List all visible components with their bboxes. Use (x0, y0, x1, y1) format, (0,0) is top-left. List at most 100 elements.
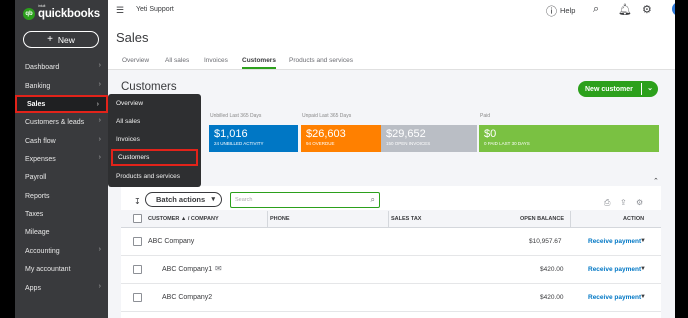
row-checkbox[interactable] (133, 293, 142, 302)
select-all-checkbox[interactable] (133, 214, 142, 223)
tab-all-sales[interactable]: All sales (165, 57, 189, 64)
sidebar-item-reports[interactable]: Reports (15, 187, 108, 205)
customer-name[interactable]: ABC Company (148, 238, 194, 245)
column-action: ACTION (623, 216, 645, 222)
sidebar-item-customers-leads[interactable]: Customers & leads › (15, 113, 108, 131)
sidebar-item-label: Dashboard (25, 63, 60, 71)
stat-amount: $0 (484, 128, 497, 140)
search-input[interactable]: Search ⌕ (230, 192, 380, 208)
sidebar-item-cash-flow[interactable]: Cash flow › (15, 132, 108, 150)
page-title: Sales (116, 30, 149, 45)
new-button[interactable]: + New (23, 31, 99, 48)
column-open-balance[interactable]: OPEN BALANCE (520, 216, 564, 222)
column-divider (570, 211, 571, 228)
menu-collapse-icon[interactable]: ☰ (116, 5, 124, 16)
chevron-up-icon[interactable]: ⌃ (653, 177, 659, 185)
submenu-item-invoices[interactable]: Invoices (111, 131, 198, 148)
paid-label: Paid (480, 113, 491, 119)
column-phone[interactable]: PHONE (270, 216, 290, 222)
sidebar: qb intuit quickbooks + New Dashboard › Ban… (15, 0, 108, 318)
chevron-down-icon[interactable]: ⌄ (647, 84, 653, 92)
sort-icon[interactable]: ↧ (134, 197, 141, 206)
sidebar-item-label: My accountant (25, 265, 71, 273)
receive-payment-link[interactable]: Receive payment (588, 266, 641, 273)
receive-payment-link[interactable]: Receive payment (588, 294, 641, 301)
chevron-right-icon: › (98, 136, 101, 143)
chevron-down-icon[interactable]: ▼ (640, 266, 646, 272)
sidebar-item-accounting[interactable]: Accounting › (15, 242, 108, 260)
help-label[interactable]: Help (560, 6, 575, 15)
chevron-right-icon: › (98, 154, 101, 161)
quickbooks-logo[interactable]: qb intuit quickbooks (23, 3, 100, 24)
sidebar-item-label: Taxes (25, 210, 44, 218)
sidebar-item-apps[interactable]: Apps › (15, 279, 108, 297)
unbilled-label: Unbilled Last 365 Days (210, 113, 262, 119)
sidebar-item-taxes[interactable]: Taxes (15, 205, 108, 223)
sidebar-item-label: Mileage (25, 228, 50, 236)
chevron-down-icon[interactable]: ▼ (640, 294, 646, 300)
help-icon[interactable]: ⓘ (546, 3, 557, 19)
button-divider (641, 83, 642, 95)
chevron-right-icon: › (98, 117, 101, 124)
column-customer[interactable]: CUSTOMER ▲ / COMPANY (148, 216, 219, 222)
export-icon[interactable]: ⇪ (620, 198, 627, 207)
tab-invoices[interactable]: Invoices (204, 57, 228, 64)
batch-actions-label: Batch actions (156, 195, 206, 204)
search-placeholder: Search (235, 197, 253, 203)
tab-overview[interactable]: Overview (122, 57, 149, 64)
print-icon[interactable]: ⎙ (604, 198, 610, 208)
sidebar-item-payroll[interactable]: Payroll (15, 168, 108, 186)
stat-sub: 150 OPEN INVOICES (386, 141, 431, 146)
row-checkbox[interactable] (133, 237, 142, 246)
stat-open-invoices[interactable]: $29,652 150 OPEN INVOICES (381, 125, 477, 152)
batch-actions-button[interactable]: Batch actions ▾ (145, 192, 222, 207)
logo-wordmark: intuit quickbooks (38, 3, 100, 20)
receive-payment-link[interactable]: Receive payment (588, 238, 641, 245)
sidebar-item-label: Cash flow (25, 137, 56, 145)
submenu-item-products-and-services[interactable]: Products and services (111, 168, 198, 185)
tab-customers[interactable]: Customers (242, 57, 276, 69)
customer-name[interactable]: ABC Company1 (162, 266, 212, 273)
column-sales-tax[interactable]: SALES TAX (391, 216, 421, 222)
submenu-item-all-sales[interactable]: All sales (111, 113, 198, 130)
search-icon[interactable]: ⌕ (593, 3, 599, 16)
stat-overdue[interactable]: $26,603 94 OVERDUE (301, 125, 381, 152)
sidebar-item-label: Banking (25, 82, 51, 90)
stat-unbilled[interactable]: $1,016 24 UNBILLED ACTIVITY (209, 125, 298, 152)
unpaid-label: Unpaid Last 365 Days (302, 113, 352, 119)
qb-logo-icon: qb (23, 8, 35, 20)
chevron-right-icon: › (98, 246, 101, 253)
logo-intuit: intuit (38, 3, 46, 8)
stat-paid[interactable]: $0 0 PAID LAST 30 DAYS (479, 125, 659, 152)
sidebar-item-mileage[interactable]: Mileage (15, 223, 108, 241)
mail-icon[interactable]: ✉ (215, 264, 222, 273)
sidebar-item-label: Customers & leads (25, 118, 85, 126)
sidebar-item-expenses[interactable]: Expenses › (15, 150, 108, 168)
tab-products-and-services[interactable]: Products and services (289, 57, 353, 64)
sidebar-item-dashboard[interactable]: Dashboard › (15, 58, 108, 76)
new-customer-button[interactable]: New customer ⌄ (578, 81, 658, 97)
chevron-right-icon: › (98, 62, 101, 69)
column-divider (388, 211, 389, 228)
new-customer-label: New customer (585, 85, 633, 93)
row-checkbox[interactable] (133, 265, 142, 274)
submenu-item-overview[interactable]: Overview (111, 95, 198, 112)
stat-amount: $29,652 (386, 128, 426, 140)
tabs-bar: Overview All sales Invoices Customers Pr… (108, 52, 675, 70)
bell-icon[interactable]: 🔔︎ (618, 3, 632, 16)
chevron-right-icon: › (98, 283, 101, 290)
open-balance: $420.00 (540, 266, 564, 273)
gear-icon[interactable]: ⚙ (642, 3, 652, 16)
chevron-down-icon[interactable]: ▼ (640, 238, 646, 244)
table-row[interactable] (121, 228, 661, 256)
sidebar-item-label: Reports (25, 192, 50, 200)
gear-icon[interactable]: ⚙ (636, 198, 643, 207)
sidebar-item-banking[interactable]: Banking › (15, 77, 108, 95)
sidebar-item-my-accountant[interactable]: My accountant (15, 260, 108, 278)
submenu-item-customers[interactable]: Customers (111, 149, 198, 166)
avatar[interactable]: K (672, 2, 675, 16)
sidebar-item-sales[interactable]: Sales › (15, 95, 108, 113)
sidebar-item-label: Sales (27, 100, 46, 108)
customer-name[interactable]: ABC Company2 (162, 294, 212, 301)
stat-amount: $26,603 (306, 128, 346, 140)
